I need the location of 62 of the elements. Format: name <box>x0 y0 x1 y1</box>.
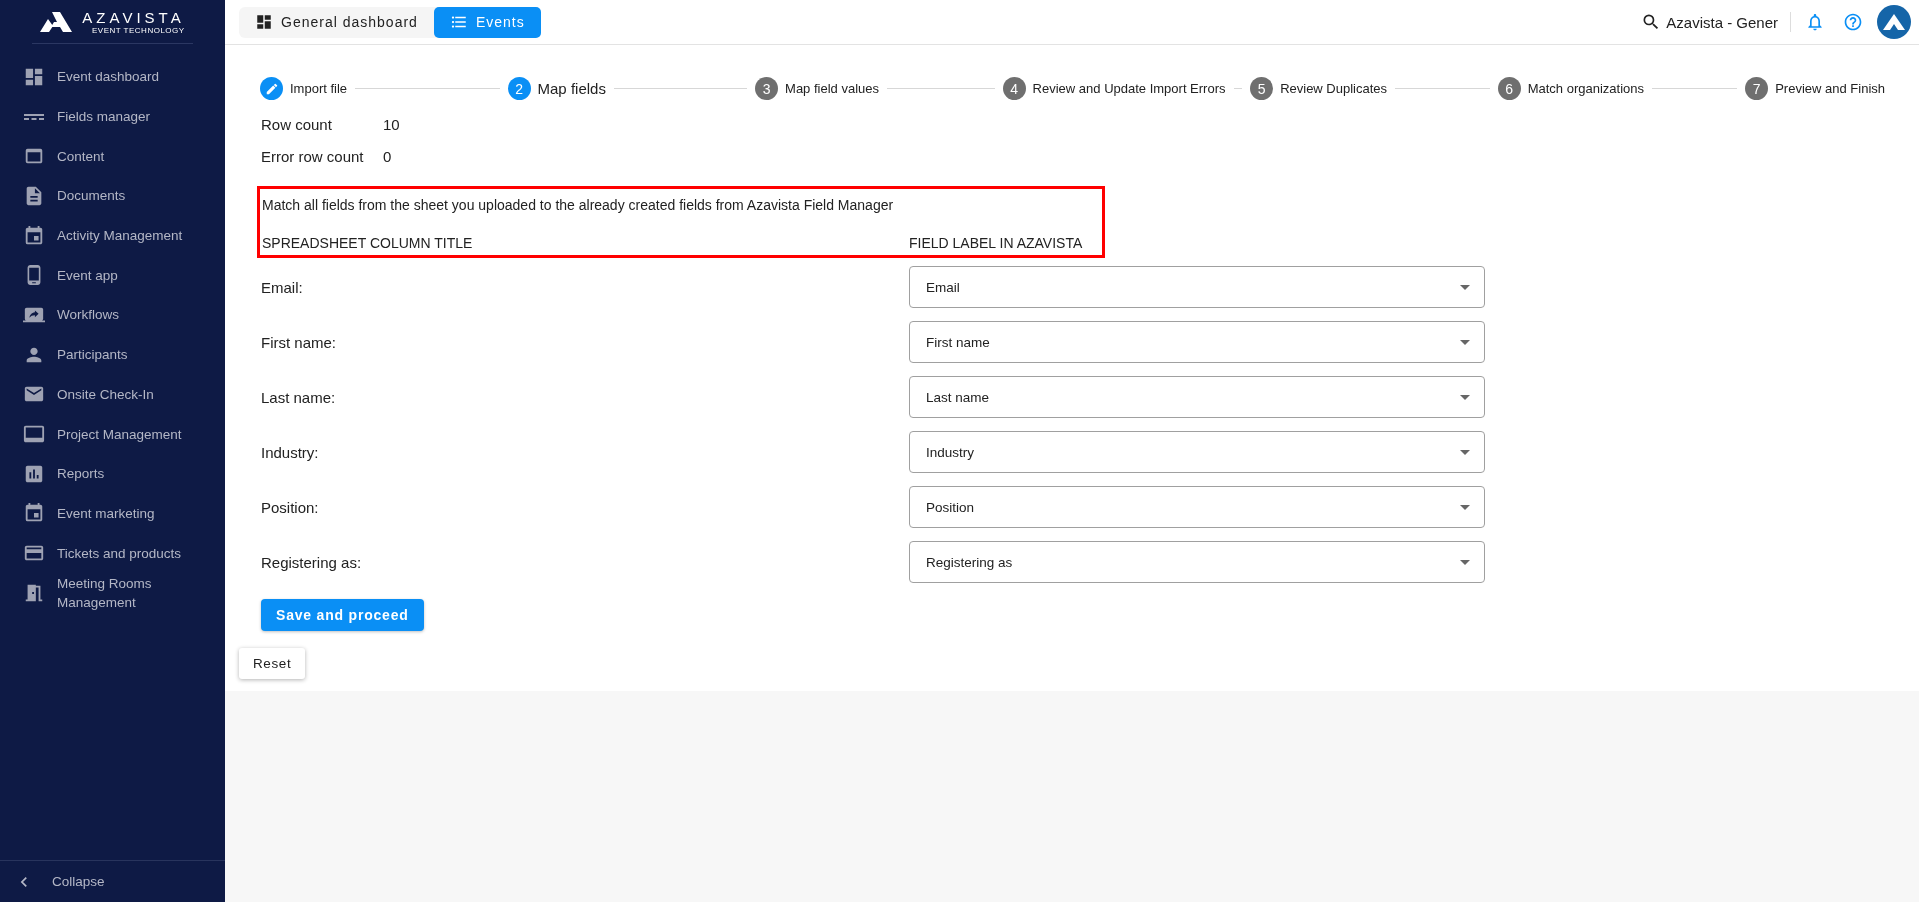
sidebar-item[interactable]: Documents <box>0 176 225 216</box>
sidebar-item[interactable]: Fields manager <box>0 96 225 137</box>
sidebar-item[interactable]: Reports <box>0 453 225 494</box>
step-number: 4 <box>1002 77 1026 100</box>
column-heading: FIELD LABEL IN AZAVISTA <box>909 235 1084 251</box>
stat-value: 10 <box>383 116 401 134</box>
sidebar-item[interactable]: Meeting Rooms Management <box>0 572 225 613</box>
sidebar-item[interactable]: Event marketing <box>0 493 225 534</box>
step-label: Import file <box>290 81 348 96</box>
caret-icon <box>1460 504 1470 510</box>
step-label: Preview and Finish <box>1775 81 1885 96</box>
field-label: Email: <box>261 278 304 296</box>
sidebar-item[interactable]: Activity Management <box>0 215 225 256</box>
reset-button[interactable]: Reset <box>239 648 306 679</box>
field-label: Registering as: <box>261 553 363 571</box>
sidebar-item[interactable]: Project Management <box>0 414 225 454</box>
field-select[interactable]: Position <box>909 486 1485 528</box>
field-select[interactable]: First name <box>909 321 1485 363</box>
caret-icon <box>1460 339 1470 345</box>
logo-name: AZAVISTA <box>82 8 185 26</box>
caret-icon <box>1460 394 1470 400</box>
field-label: First name: <box>261 333 337 351</box>
sidebar-item[interactable]: Participants <box>0 334 225 375</box>
step-label: Review Duplicates <box>1280 81 1388 96</box>
caret-icon <box>1460 449 1470 455</box>
logo-icon <box>40 11 73 32</box>
calendar-icon <box>23 224 45 247</box>
dashed-lines-icon <box>23 113 45 120</box>
step-number: 5 <box>1250 77 1274 100</box>
stat-value: 0 <box>383 148 393 166</box>
instruction-text: Match all fields from the sheet you uploaded to the already created fields from Azavista Field Manager <box>262 197 895 213</box>
field-select[interactable]: Last name <box>909 376 1485 418</box>
step-label: Review and Update Import Errors <box>1032 81 1226 96</box>
nav-tab[interactable]: General dashboard <box>239 6 434 38</box>
column-heading: SPREADSHEET COLUMN TITLE <box>262 235 474 251</box>
step-number: 6 <box>1497 77 1521 100</box>
sidebar-item[interactable]: Onsite Check-In <box>0 374 225 415</box>
caret-icon <box>1460 284 1470 290</box>
sidebar-item[interactable]: Event dashboard <box>0 57 225 97</box>
grid-icon <box>255 13 273 31</box>
step-number: 7 <box>1745 77 1769 100</box>
stat-label: Row count <box>261 116 333 134</box>
step-label: Map fields <box>537 80 606 97</box>
step-label: Match organizations <box>1527 81 1644 96</box>
field-label: Industry: <box>261 443 320 461</box>
field-select[interactable]: Industry <box>909 431 1485 473</box>
caret-icon <box>1460 559 1470 565</box>
field-label: Position: <box>261 498 320 516</box>
step-label: Map field values <box>785 81 879 96</box>
step-number: 2 <box>507 77 531 100</box>
field-select[interactable]: Registering as <box>909 541 1485 583</box>
sidebar-item[interactable]: Tickets and products <box>0 533 225 573</box>
sidebar-item[interactable]: Content <box>0 136 225 177</box>
stat-label: Error row count <box>261 148 365 166</box>
field-label: Last name: <box>261 388 337 406</box>
sidebar-item[interactable]: Workflows <box>0 295 225 335</box>
field-select[interactable]: Email <box>909 266 1485 308</box>
avatar[interactable] <box>1877 5 1911 39</box>
sidebar-item[interactable]: Event app <box>0 255 225 296</box>
logo-tagline: EVENT TECHNOLOGY <box>92 25 185 35</box>
step-number: 3 <box>755 77 779 100</box>
search-field[interactable]: Azavista - Gener <box>1666 13 1778 31</box>
